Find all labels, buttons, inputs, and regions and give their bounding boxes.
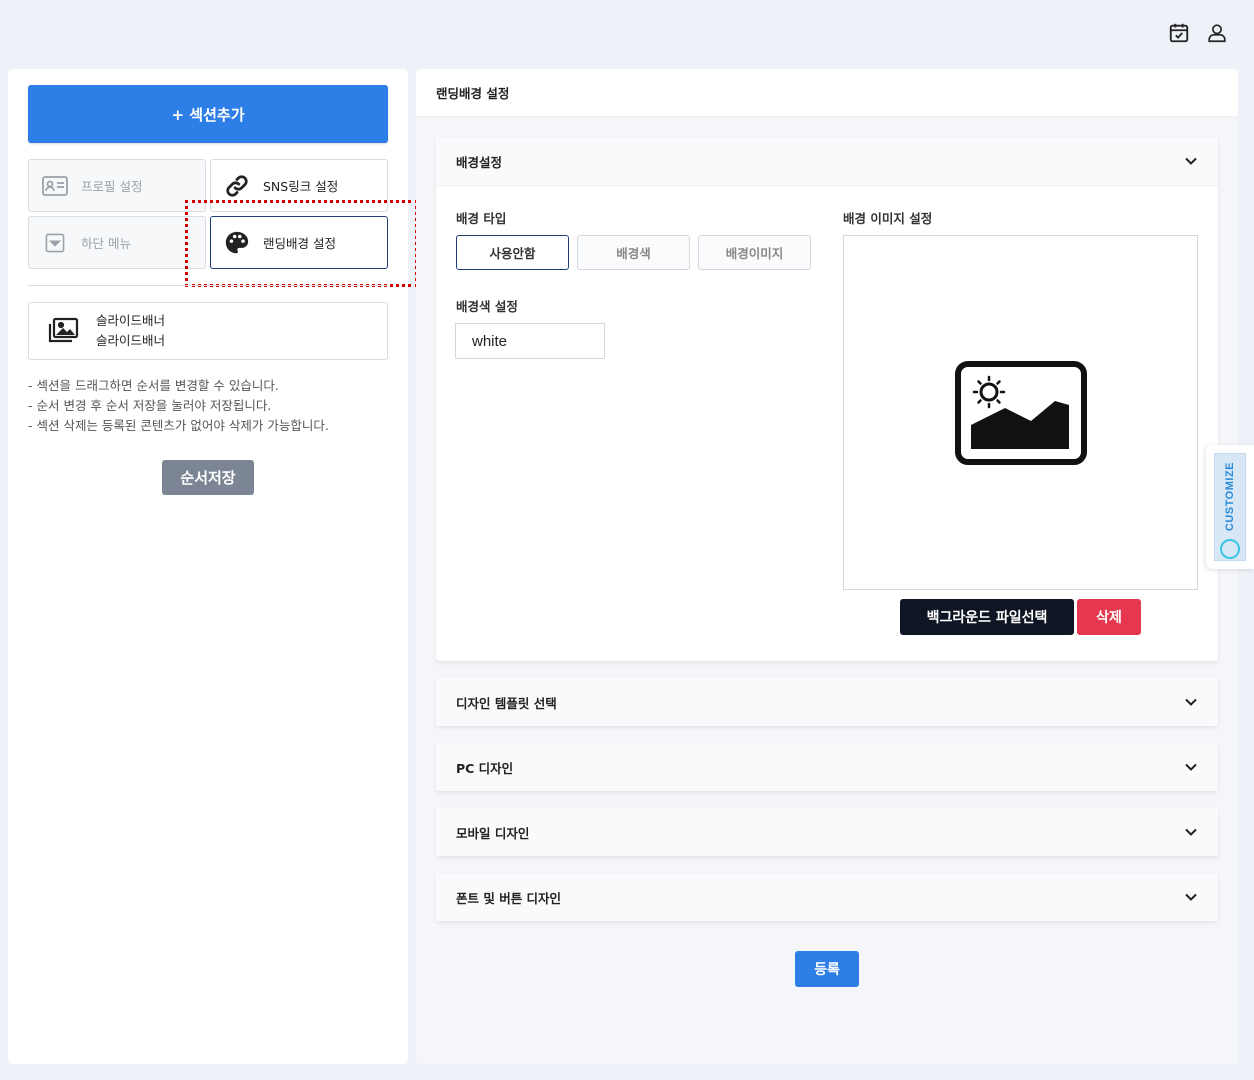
section-tile-landing-bg[interactable]: 랜딩배경 설정: [210, 216, 388, 269]
chevron-down-icon: [1185, 763, 1197, 771]
bg-type-label: 배경 타입: [456, 211, 507, 226]
delete-button[interactable]: 삭제: [1077, 599, 1141, 635]
bg-color-input[interactable]: white: [455, 323, 605, 359]
accordion-body: 배경 타입 사용안함 배경색 배경이미지 배경색 설정 white 배경 이미지…: [436, 185, 1218, 661]
accordion-title: 폰트 및 버튼 디자인: [456, 890, 562, 906]
profile-card-icon: [41, 172, 69, 200]
images-icon: [47, 315, 79, 347]
section-tile-label: 랜딩배경 설정: [263, 236, 336, 251]
user-icon[interactable]: [1206, 22, 1228, 44]
link-icon: [223, 172, 251, 200]
save-order-button[interactable]: 순서저장: [162, 460, 254, 495]
customize-tab[interactable]: CUSTOMIZE: [1206, 445, 1254, 569]
accordion-title: PC 디자인: [456, 760, 514, 776]
section-tile-footer-menu[interactable]: 하단 메뉴: [28, 216, 206, 269]
settings-panel: 랜딩배경 설정 배경설정 배경 타입 사용안함 배경색 배경이미지 배경색 설정…: [416, 69, 1238, 1064]
accordion-header[interactable]: 디자인 템플릿 선택: [436, 678, 1218, 726]
dropdown-box-icon: [41, 229, 69, 257]
accordion-header[interactable]: 배경설정: [436, 137, 1218, 185]
register-button[interactable]: 등록: [795, 951, 859, 987]
section-list-panel: + 섹션추가 프로필 설정 SNS링크 설정 하단 메뉴 랜딩배경 설정 슬라이…: [8, 69, 418, 1064]
bg-type-image-button[interactable]: 배경이미지: [698, 235, 811, 270]
bg-file-select-button[interactable]: 백그라운드 파일선택: [900, 599, 1074, 635]
section-tile-slide-banner[interactable]: 슬라이드배너 슬라이드배너: [28, 302, 388, 360]
customize-label: CUSTOMIZE: [1224, 462, 1236, 532]
chevron-down-icon: [1185, 893, 1197, 901]
section-tile-label: 프로필 설정: [81, 179, 143, 194]
accordion-bg-settings: 배경설정 배경 타입 사용안함 배경색 배경이미지 배경색 설정 white 배…: [436, 137, 1218, 661]
bg-image-label: 배경 이미지 설정: [843, 211, 933, 226]
section-tile-sns-link[interactable]: SNS링크 설정: [210, 159, 388, 212]
add-section-button[interactable]: + 섹션추가: [28, 85, 388, 143]
settings-body: 배경설정 배경 타입 사용안함 배경색 배경이미지 배경색 설정 white 배…: [416, 117, 1238, 1064]
section-tile-label: 하단 메뉴: [81, 236, 131, 251]
accordion-font-button-design: 폰트 및 버튼 디자인: [436, 873, 1218, 921]
help-note: - 순서 변경 후 순서 저장을 눌러야 저장됩니다.: [28, 398, 272, 413]
help-note: - 섹션 삭제는 등록된 콘텐츠가 없어야 삭제가 가능합니다.: [28, 418, 329, 433]
accordion-title: 배경설정: [456, 154, 503, 170]
divider: [28, 285, 388, 286]
accordion-design-template: 디자인 템플릿 선택: [436, 678, 1218, 726]
bg-image-preview: [843, 235, 1198, 590]
help-note: - 섹션을 드래그하면 순서를 변경할 수 있습니다.: [28, 378, 279, 393]
palette-icon: [223, 229, 251, 257]
chevron-down-icon: [1185, 698, 1197, 706]
slide-banner-subtitle: 슬라이드배너: [96, 333, 166, 348]
accordion-title: 모바일 디자인: [456, 825, 530, 841]
section-tile-label: SNS링크 설정: [263, 179, 339, 194]
customize-circle-icon: [1220, 539, 1240, 560]
bg-color-label: 배경색 설정: [456, 299, 518, 314]
customize-tab-inner: CUSTOMIZE: [1214, 453, 1246, 561]
image-placeholder-icon: [954, 360, 1087, 465]
help-notes: - 섹션을 드래그하면 순서를 변경할 수 있습니다. - 순서 변경 후 순서…: [28, 376, 329, 436]
chevron-down-icon: [1185, 828, 1197, 836]
section-tile-profile[interactable]: 프로필 설정: [28, 159, 206, 212]
bg-type-none-button[interactable]: 사용안함: [456, 235, 569, 270]
accordion-pc-design: PC 디자인: [436, 743, 1218, 791]
chevron-down-icon: [1185, 157, 1197, 165]
accordion-header[interactable]: 폰트 및 버튼 디자인: [436, 873, 1218, 921]
calendar-check-icon[interactable]: [1168, 22, 1190, 44]
accordion-header[interactable]: 모바일 디자인: [436, 808, 1218, 856]
accordion-mobile-design: 모바일 디자인: [436, 808, 1218, 856]
accordion-header[interactable]: PC 디자인: [436, 743, 1218, 791]
slide-banner-title: 슬라이드배너: [96, 313, 166, 328]
bg-type-color-button[interactable]: 배경색: [577, 235, 690, 270]
accordion-title: 디자인 템플릿 선택: [456, 695, 557, 711]
page-title: 랜딩배경 설정: [416, 69, 1238, 117]
bg-color-value: white: [472, 332, 508, 350]
